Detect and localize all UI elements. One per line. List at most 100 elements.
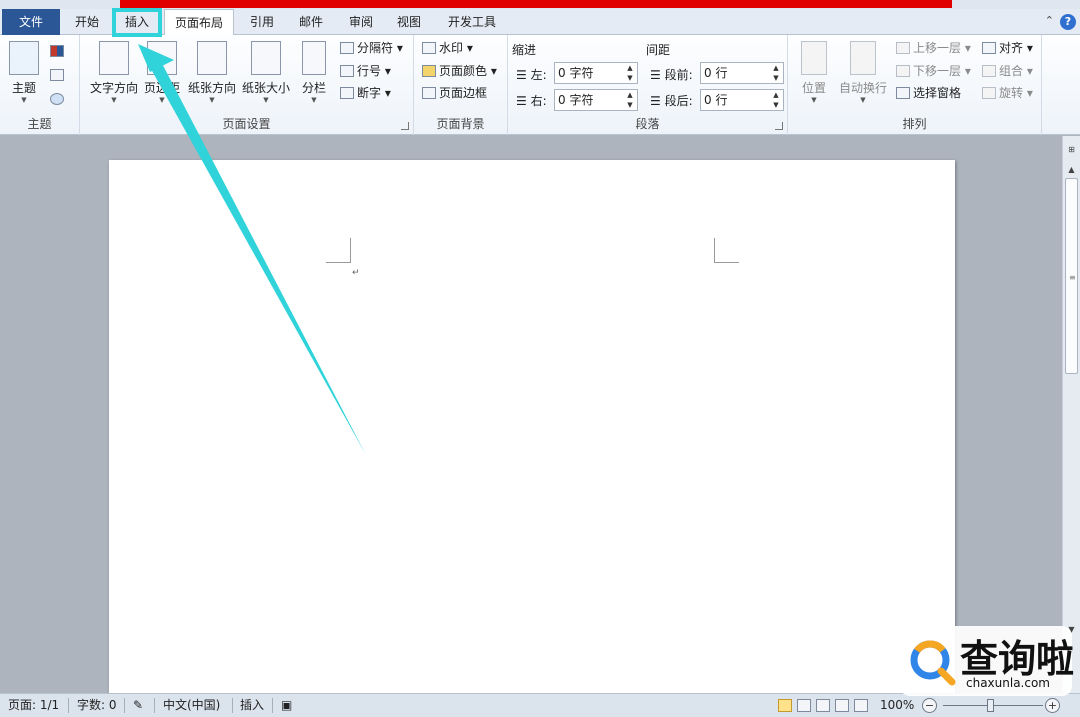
theme-effects-button[interactable] [50,89,67,109]
dropdown-arrow-icon: ▼ [21,96,27,104]
insert-tab-highlight [112,8,162,37]
orientation-icon [197,41,227,75]
outline-view-icon[interactable] [835,699,849,712]
status-language[interactable]: 中文(中国) [163,694,220,717]
margin-corner-top-left [326,238,351,263]
search-logo-icon [910,640,956,686]
indent-left-input[interactable]: 0 字符 ▲ ▼ [554,62,638,84]
vertical-scrollbar[interactable]: ⊞ ▲ ≡ ▼ [1062,136,1080,693]
dropdown-arrow-icon: ▼ [263,96,269,104]
position-icon [801,41,827,75]
dropdown-arrow-icon: ▼ [311,96,317,104]
align-button[interactable]: 对齐 ▾ [982,38,1033,58]
text-direction-button[interactable]: 文字方向 ▼ [86,39,142,109]
page-setup-launcher-icon[interactable] [401,122,409,130]
tab-mailings[interactable]: 邮件 [288,9,334,35]
status-separator [154,698,155,713]
ruler-toggle-icon[interactable]: ⊞ [1064,142,1079,157]
ribbon: 主题 ▼ 主题 文字方向 ▼ 页边距 ▼ 纸张方向 ▼ 纸张大小 ▼ 分栏 ▼ … [0,35,1080,135]
breaks-icon [340,42,354,54]
group-objects-button[interactable]: 组合 ▾ [982,61,1033,81]
spacing-before-input[interactable]: 0 行 ▲ ▼ [700,62,784,84]
site-watermark: 查询啦 chaxunla.com [900,626,1075,696]
dropdown-arrow-icon: ▼ [860,96,866,104]
tab-references[interactable]: 引用 [238,9,286,35]
status-separator [232,698,233,713]
zoom-level[interactable]: 100% [880,694,914,717]
zoom-in-icon[interactable]: + [1045,698,1060,713]
spin-arrows-icon[interactable]: ▲ ▼ [769,63,783,83]
status-page[interactable]: 页面: 1/1 [8,694,59,717]
tab-developer[interactable]: 开发工具 [436,9,508,35]
page-color-button[interactable]: 页面颜色 ▾ [422,61,497,81]
tab-review[interactable]: 审阅 [338,9,384,35]
web-layout-view-icon[interactable] [816,699,830,712]
breaks-button[interactable]: 分隔符 ▾ [340,38,403,58]
macro-record-icon[interactable]: ▣ [281,694,292,717]
spacing-after-input[interactable]: 0 行 ▲ ▼ [700,89,784,111]
collapse-ribbon-icon[interactable]: ⌃ [1045,14,1054,27]
size-button[interactable]: 纸张大小 ▼ [238,39,294,109]
spacing-after-icon: ☰ [650,94,661,108]
columns-button[interactable]: 分栏 ▼ [294,39,334,109]
draft-view-icon[interactable] [854,699,868,712]
group-icon [982,65,996,77]
rotate-button[interactable]: 旋转 ▾ [982,83,1033,103]
page-borders-button[interactable]: 页面边框 [422,83,487,103]
status-insert-mode[interactable]: 插入 [240,694,264,717]
tab-home[interactable]: 开始 [64,9,110,35]
spin-arrows-icon[interactable]: ▲ ▼ [769,90,783,110]
watermark-title: 查询啦 [960,636,1075,681]
zoom-out-icon[interactable]: − [922,698,937,713]
dropdown-arrow-icon: ▼ [209,96,215,104]
spacing-before-icon: ☰ [650,68,661,82]
group-label-arrange: 排列 [902,117,927,131]
proofing-icon[interactable]: ✎ [133,694,143,717]
group-label-page-setup: 页面设置 [222,117,271,131]
spacing-after-label: ☰ 段后: [650,94,693,108]
indent-right-input[interactable]: 0 字符 ▲ ▼ [554,89,638,111]
watermark-button[interactable]: 水印 ▾ [422,38,473,58]
page-color-icon [422,65,436,77]
spin-arrows-icon[interactable]: ▲ ▼ [623,63,637,83]
tab-view[interactable]: 视图 [386,9,432,35]
wrap-text-button[interactable]: 自动换行 ▼ [836,39,890,109]
send-backward-button[interactable]: 下移一层 ▾ [896,61,971,81]
spacing-title: 间距 [646,43,671,57]
spacing-before-label: ☰ 段前: [650,68,693,82]
orientation-button[interactable]: 纸张方向 ▼ [184,39,240,109]
selection-pane-button[interactable]: 选择窗格 [896,83,961,103]
reading-view-icon[interactable] [797,699,811,712]
group-paragraph: 缩进 间距 ☰ 左: 0 字符 ▲ ▼ ☰ 右: 0 字符 ▲ ▼ ☰ 段前: 0 … [508,35,788,135]
document-page[interactable]: ↵ [109,160,955,693]
themes-button[interactable]: 主题 ▼ [2,39,46,109]
bring-forward-button[interactable]: 上移一层 ▾ [896,38,971,58]
print-layout-view-icon[interactable] [778,699,792,712]
themes-icon [9,41,39,75]
paragraph-mark-icon: ↵ [352,268,360,278]
grip-icon: ≡ [1069,273,1076,282]
tab-page-layout[interactable]: 页面布局 [164,9,234,36]
group-page-background: 水印 ▾ 页面颜色 ▾ 页面边框 页面背景 [414,35,508,135]
tab-file[interactable]: 文件 [2,9,60,35]
theme-colors-button[interactable] [50,41,67,61]
zoom-slider-thumb[interactable] [987,699,994,712]
status-word-count[interactable]: 字数: 0 [77,694,117,717]
margins-button[interactable]: 页边距 ▼ [140,39,184,109]
theme-effects-icon [50,93,64,105]
theme-fonts-button[interactable] [50,65,67,85]
line-numbers-button[interactable]: 行号 ▾ [340,61,391,81]
paragraph-launcher-icon[interactable] [775,122,783,130]
position-button[interactable]: 位置 ▼ [790,39,838,109]
spin-arrows-icon[interactable]: ▲ ▼ [623,90,637,110]
indent-title: 缩进 [512,43,537,57]
group-label-page-background: 页面背景 [436,117,485,131]
help-icon[interactable]: ? [1060,14,1076,30]
scroll-up-icon[interactable]: ▲ [1064,162,1079,177]
dropdown-arrow-icon: ▼ [159,96,165,104]
send-backward-icon [896,65,910,77]
line-numbers-icon [340,65,354,77]
hyphenation-button[interactable]: 断字 ▾ [340,83,391,103]
scroll-thumb[interactable]: ≡ [1065,178,1078,374]
page-borders-icon [422,87,436,99]
